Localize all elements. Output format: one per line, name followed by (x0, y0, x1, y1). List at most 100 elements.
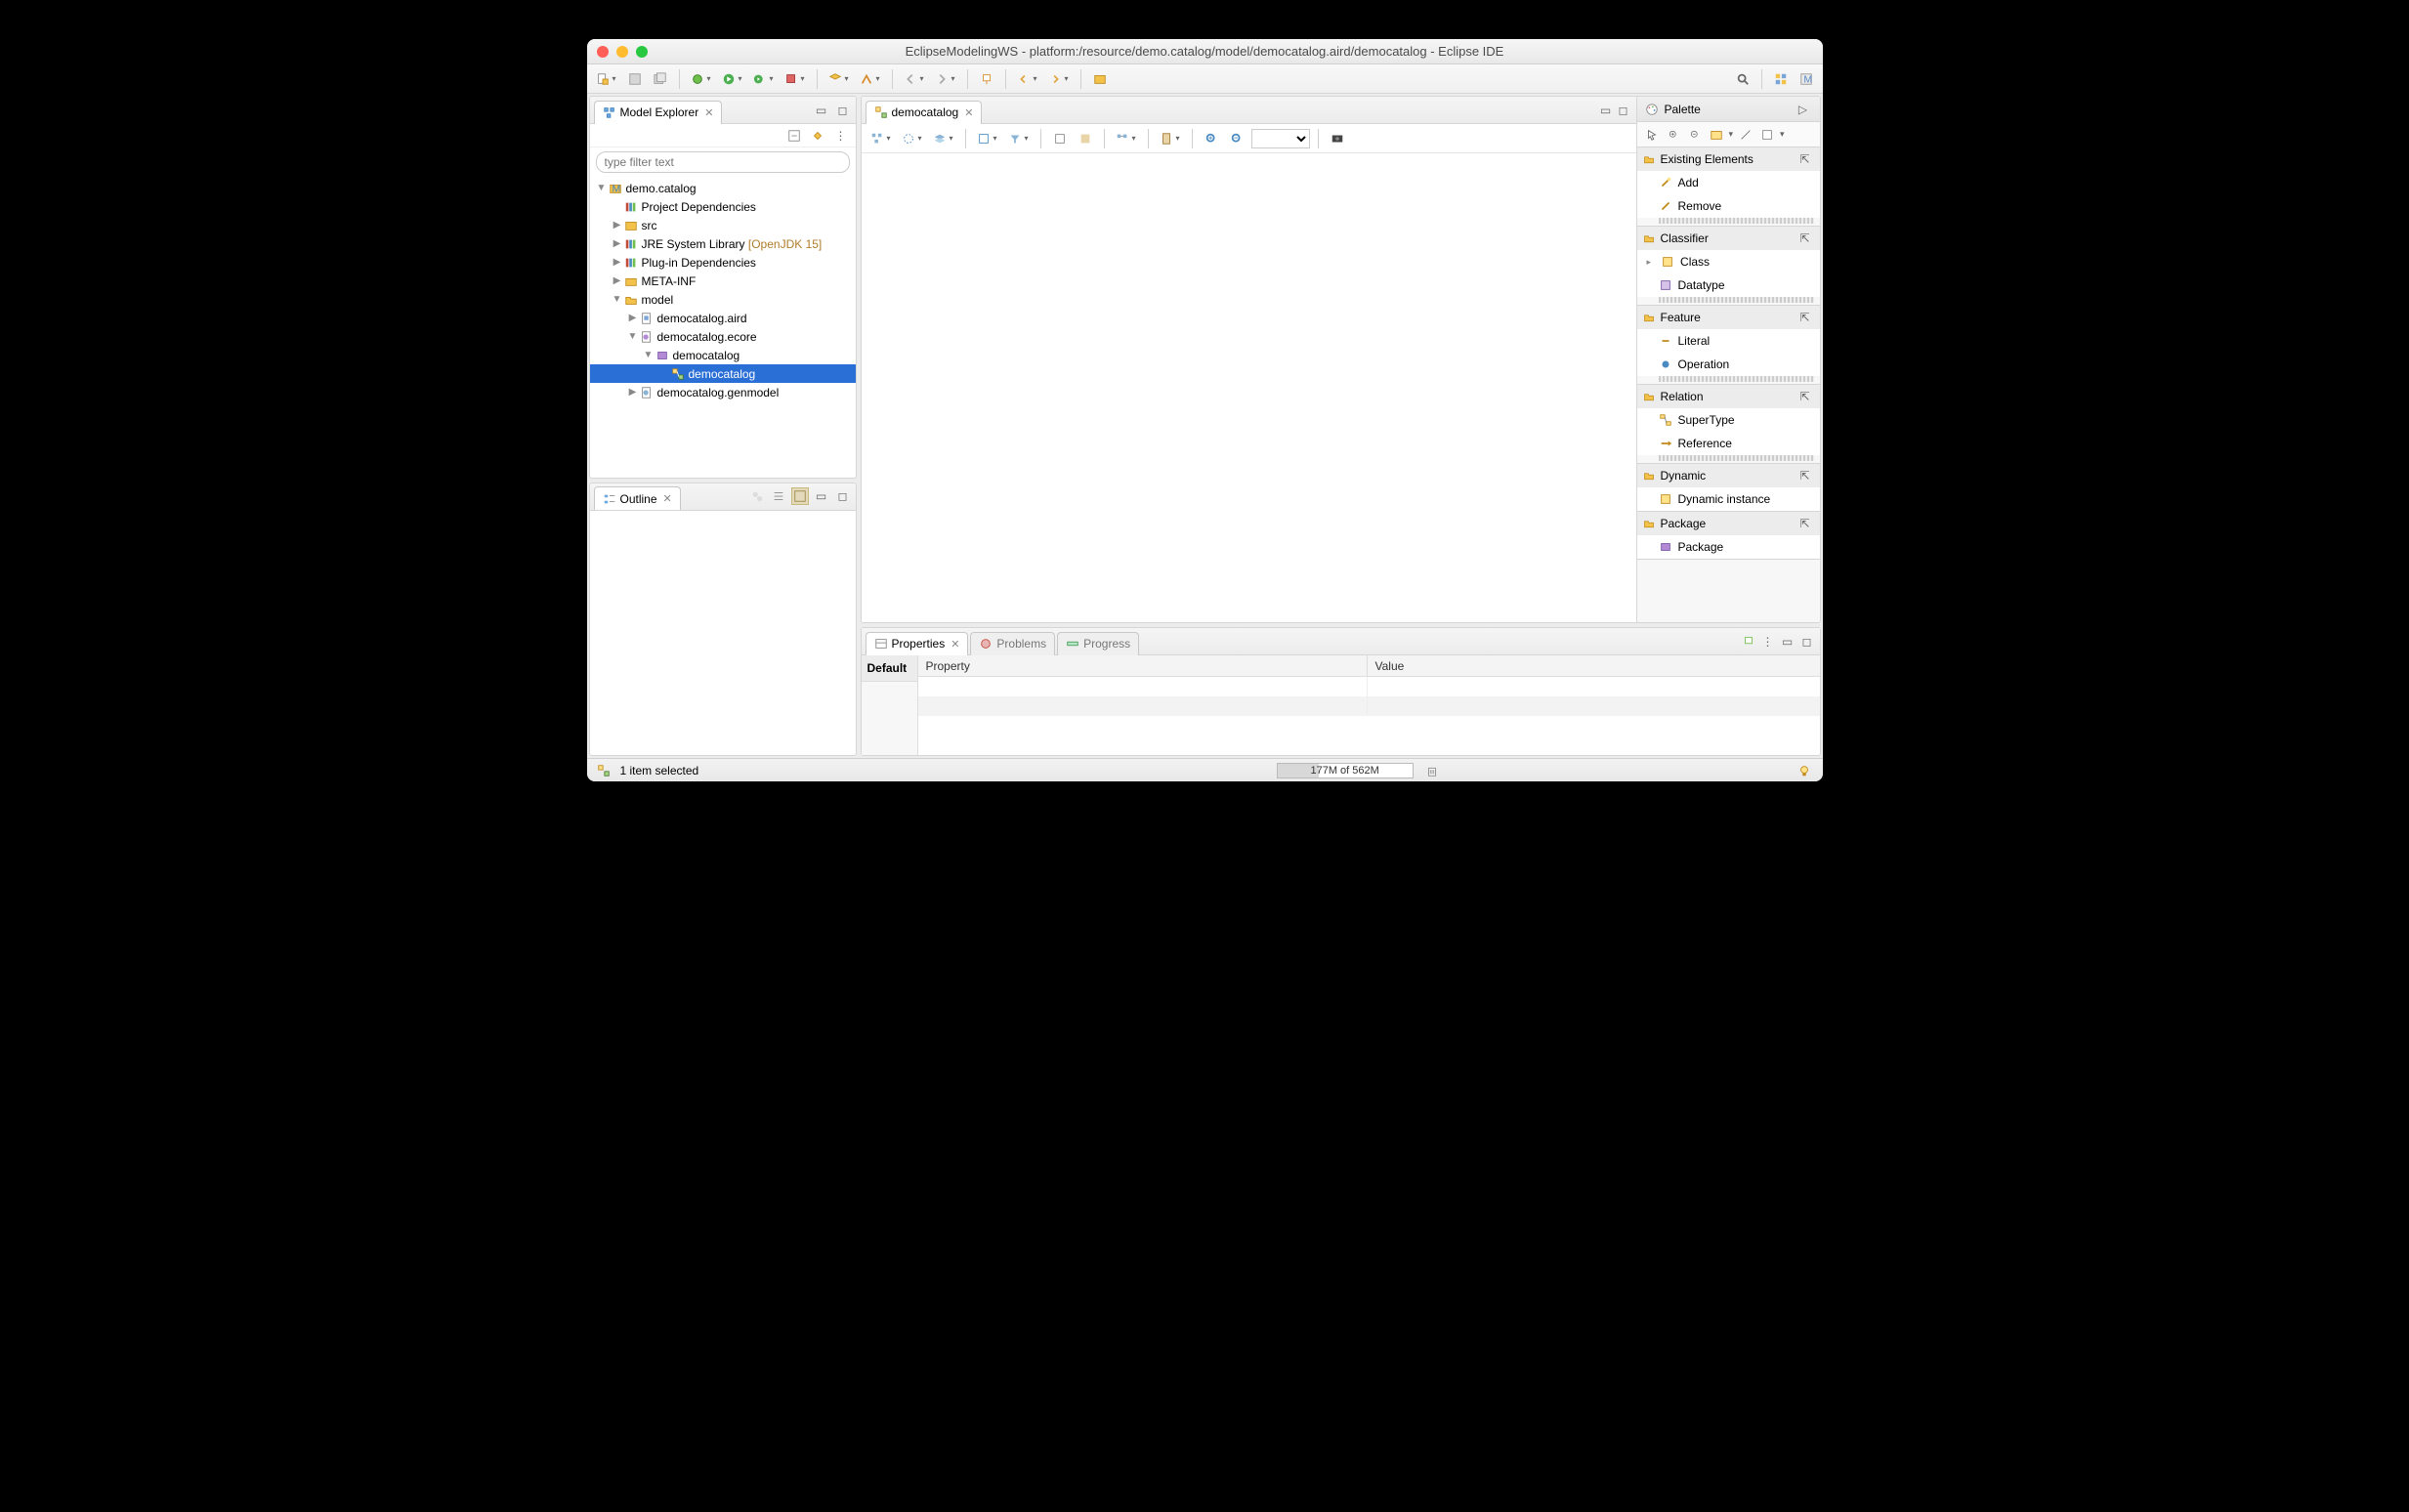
open-type-button[interactable] (825, 68, 853, 90)
new-modeling-project-button[interactable] (1089, 68, 1111, 90)
save-button[interactable] (624, 68, 646, 90)
nav-prev-button[interactable] (901, 68, 928, 90)
minimize-view-button[interactable]: ▭ (813, 487, 830, 505)
maximize-editor-button[interactable]: ◻ (1615, 102, 1632, 119)
property-row[interactable] (918, 696, 1820, 716)
layers-button[interactable] (930, 128, 957, 149)
outline-both-button[interactable] (791, 487, 809, 505)
palette-section-header[interactable]: Package⇱ (1637, 512, 1820, 535)
pin-section-icon[interactable]: ⇱ (1796, 515, 1814, 532)
filter-input[interactable] (596, 151, 850, 173)
modeling-perspective-button[interactable]: M (1796, 68, 1817, 90)
pin-section-icon[interactable]: ⇱ (1796, 388, 1814, 405)
concern-button[interactable] (1113, 128, 1140, 149)
run-last-button[interactable] (750, 68, 778, 90)
note-tool-button[interactable] (1708, 126, 1725, 144)
diagram-canvas[interactable] (862, 153, 1636, 622)
view-menu-button[interactable]: ⋮ (1759, 633, 1777, 651)
zoom-out-button[interactable] (1226, 128, 1247, 149)
column-property[interactable]: Property (918, 655, 1368, 676)
collapse-all-button[interactable] (785, 127, 803, 145)
outline-overview-button[interactable] (748, 487, 766, 505)
nav-next-button[interactable] (932, 68, 959, 90)
maximize-window-button[interactable] (636, 46, 648, 58)
open-perspective-button[interactable] (1770, 68, 1792, 90)
palette-collapse-button[interactable]: ▷ (1795, 101, 1812, 118)
layers-filter-button[interactable] (974, 128, 1001, 149)
pin-view-button[interactable] (1740, 633, 1757, 651)
pin-section-icon[interactable]: ⇱ (1796, 309, 1814, 326)
progress-tab[interactable]: Progress (1057, 632, 1139, 655)
pin-section-icon[interactable]: ⇱ (1796, 150, 1814, 168)
maximize-view-button[interactable]: ◻ (1798, 633, 1816, 651)
tip-icon[interactable] (1796, 762, 1813, 779)
properties-tab[interactable]: Properties ✕ (866, 632, 969, 655)
minimize-window-button[interactable] (616, 46, 628, 58)
search-button[interactable] (857, 68, 884, 90)
view-menu-button[interactable]: ⋮ (832, 127, 850, 145)
select-button[interactable] (899, 128, 926, 149)
generic-tool-button[interactable] (1758, 126, 1776, 144)
note-attach-tool-button[interactable] (1737, 126, 1754, 144)
palette-tool-literal[interactable]: Literal (1637, 329, 1820, 353)
tree-item-src[interactable]: ▶src (590, 216, 856, 234)
tree-item-aird[interactable]: ▶democatalog.aird (590, 309, 856, 327)
zoom-in-tool-button[interactable] (1665, 126, 1682, 144)
palette-tool-class[interactable]: ▸Class (1637, 250, 1820, 273)
outline-tree-button[interactable] (770, 487, 787, 505)
tree-item-ecore-package[interactable]: ▼democatalog (590, 346, 856, 364)
close-icon[interactable]: ✕ (951, 638, 959, 651)
tree-item-model-folder[interactable]: ▼model (590, 290, 856, 309)
minimize-view-button[interactable]: ▭ (813, 102, 830, 119)
palette-section-header[interactable]: Classifier⇱ (1637, 227, 1820, 250)
link-editor-button[interactable] (809, 127, 826, 145)
maximize-view-button[interactable]: ◻ (834, 102, 852, 119)
save-all-button[interactable] (650, 68, 671, 90)
forward-button[interactable] (1045, 68, 1073, 90)
new-button[interactable] (593, 68, 620, 90)
pin-section-icon[interactable]: ⇱ (1796, 230, 1814, 247)
palette-tool-operation[interactable]: Operation (1637, 353, 1820, 376)
pin-button[interactable] (1075, 128, 1096, 149)
heap-status[interactable]: 177M of 562M (1277, 763, 1414, 778)
palette-tool-reference[interactable]: Reference (1637, 432, 1820, 455)
editor-tab[interactable]: democatalog ✕ (866, 101, 983, 124)
column-value[interactable]: Value (1368, 655, 1820, 676)
filters-button[interactable] (1005, 128, 1033, 149)
close-icon[interactable]: ✕ (964, 106, 973, 119)
problems-tab[interactable]: Problems (970, 632, 1055, 655)
palette-section-header[interactable]: Existing Elements⇱ (1637, 147, 1820, 171)
tree-item-ecore[interactable]: ▼democatalog.ecore (590, 327, 856, 346)
close-icon[interactable]: ✕ (704, 106, 713, 119)
arrange-button[interactable] (867, 128, 895, 149)
model-explorer-tab[interactable]: Model Explorer ✕ (594, 101, 723, 124)
palette-section-header[interactable]: Dynamic⇱ (1637, 464, 1820, 487)
palette-tool-package[interactable]: Package (1637, 535, 1820, 559)
palette-tool-dynamic-instance[interactable]: Dynamic instance (1637, 487, 1820, 511)
zoom-select[interactable] (1251, 129, 1310, 148)
run-button[interactable] (719, 68, 746, 90)
palette-section-header[interactable]: Feature⇱ (1637, 306, 1820, 329)
maximize-view-button[interactable]: ◻ (834, 487, 852, 505)
palette-tool-datatype[interactable]: Datatype (1637, 273, 1820, 297)
gc-button[interactable] (1423, 762, 1441, 779)
close-window-button[interactable] (597, 46, 609, 58)
debug-button[interactable] (688, 68, 715, 90)
property-row[interactable] (918, 677, 1820, 696)
palette-tool-add[interactable]: Add (1637, 171, 1820, 194)
zoom-in-button[interactable] (1201, 128, 1222, 149)
tree-item-metainf[interactable]: ▶META-INF (590, 272, 856, 290)
palette-tool-remove[interactable]: Remove (1637, 194, 1820, 218)
tree-item-plugin-deps[interactable]: ▶Plug-in Dependencies (590, 253, 856, 272)
zoom-out-tool-button[interactable] (1686, 126, 1704, 144)
minimize-editor-button[interactable]: ▭ (1597, 102, 1615, 119)
tree-item-jre[interactable]: ▶JRE System Library [OpenJDK 15] (590, 234, 856, 253)
pin-section-icon[interactable]: ⇱ (1796, 467, 1814, 484)
tree-item-ecore-subpackage[interactable]: democatalog (590, 364, 856, 383)
back-button[interactable] (1014, 68, 1041, 90)
palette-tool-supertype[interactable]: SuperType (1637, 408, 1820, 432)
show-hide-button[interactable] (1049, 128, 1071, 149)
pin-editor-button[interactable] (976, 68, 997, 90)
tree-item-project-deps[interactable]: Project Dependencies (590, 197, 856, 216)
tree-item-project[interactable]: ▼Mdemo.catalog (590, 179, 856, 197)
